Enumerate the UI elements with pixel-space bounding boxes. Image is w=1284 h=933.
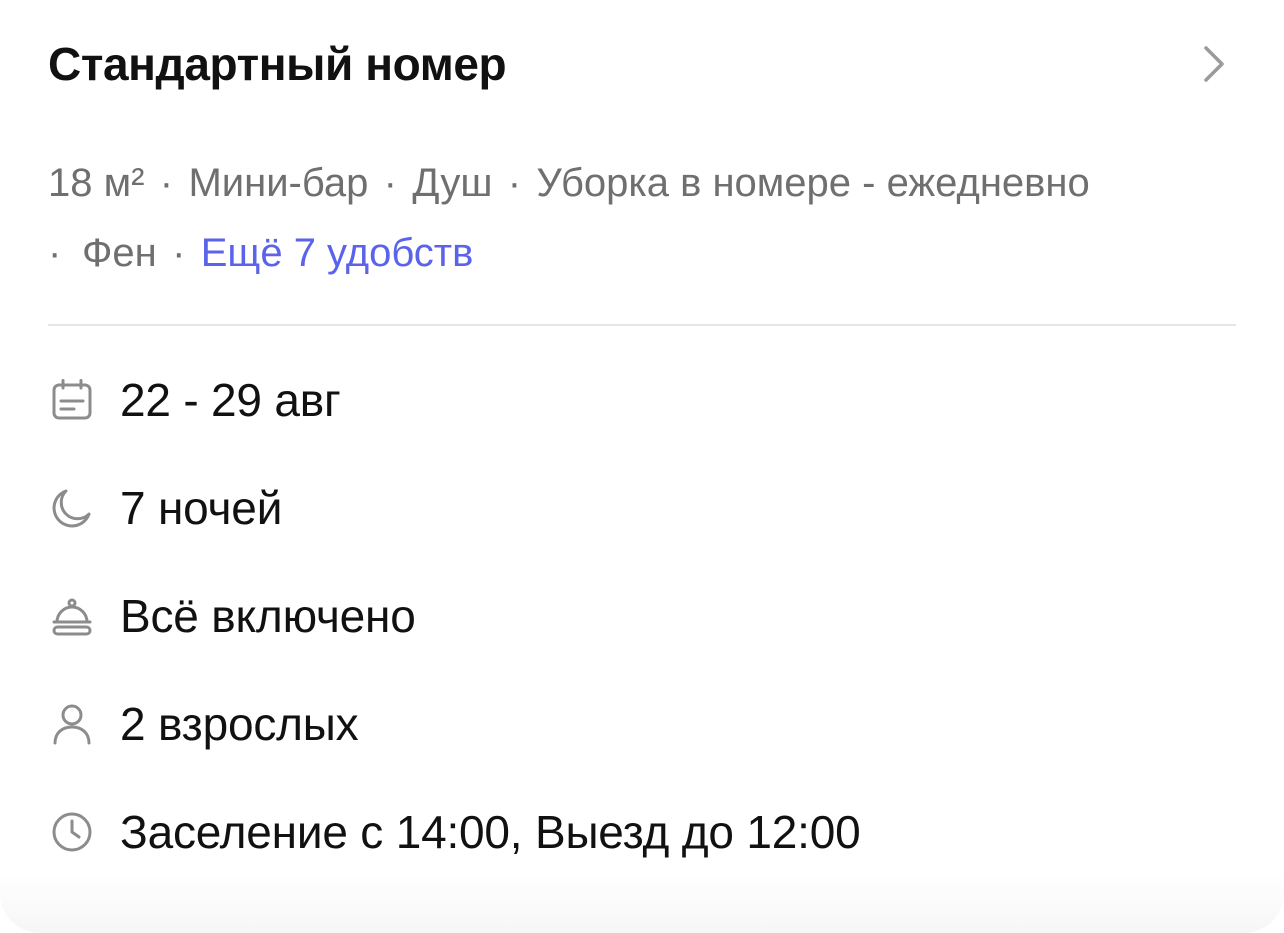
room-header[interactable]: Стандартный номер	[48, 33, 1238, 95]
clock-icon	[48, 808, 96, 856]
detail-guests: 2 взрослых	[48, 670, 1238, 778]
room-title: Стандартный номер	[48, 38, 507, 90]
detail-meal-plan: Всё включено	[48, 562, 1238, 670]
food-cloche-icon	[48, 592, 96, 640]
amenity-separator: ·	[159, 161, 174, 205]
amenity-separator: ·	[48, 231, 62, 275]
booking-details: 22 - 29 авг 7 ночей Всё включено 2 взрос…	[48, 346, 1238, 886]
amenity-separator: ·	[383, 161, 397, 205]
amenity-separator: ·	[172, 231, 186, 275]
more-amenities-link[interactable]: Ещё 7 удобств	[201, 231, 474, 275]
amenities-line-2: · Фен · Ещё 7 удобств	[48, 218, 1238, 288]
moon-icon	[48, 484, 96, 532]
amenities-list: 18 м² · Мини-бар · Душ · Уборка в номере - еже…	[48, 148, 1238, 288]
divider	[48, 324, 1236, 326]
detail-nights: 7 ночей	[48, 454, 1238, 562]
chevron-right-icon[interactable]	[1200, 44, 1228, 84]
person-icon	[48, 700, 96, 748]
dates-text: 22 - 29 авг	[120, 374, 341, 426]
calendar-icon	[48, 376, 96, 424]
nights-text: 7 ночей	[120, 482, 283, 534]
check-in-out-text: Заселение с 14:00, Выезд до 12:00	[120, 806, 861, 858]
room-card: Стандартный номер 18 м² · Мини-бар · Душ · Убо…	[0, 0, 1284, 933]
amenity-area: 18 м²	[48, 161, 145, 205]
guests-text: 2 взрослых	[120, 698, 359, 750]
amenity-shower: Душ	[412, 161, 493, 205]
amenity-cleaning: Уборка в номере - ежедневно	[536, 161, 1090, 205]
amenity-separator: ·	[507, 161, 522, 205]
detail-dates: 22 - 29 авг	[48, 346, 1238, 454]
amenity-minibar: Мини-бар	[188, 161, 369, 205]
amenities-line-1: 18 м² · Мини-бар · Душ · Уборка в номере - еже…	[48, 148, 1238, 218]
meal-plan-text: Всё включено	[120, 590, 416, 642]
amenity-hairdryer: Фен	[82, 231, 157, 275]
detail-check-in-out: Заселение с 14:00, Выезд до 12:00	[48, 778, 1238, 886]
